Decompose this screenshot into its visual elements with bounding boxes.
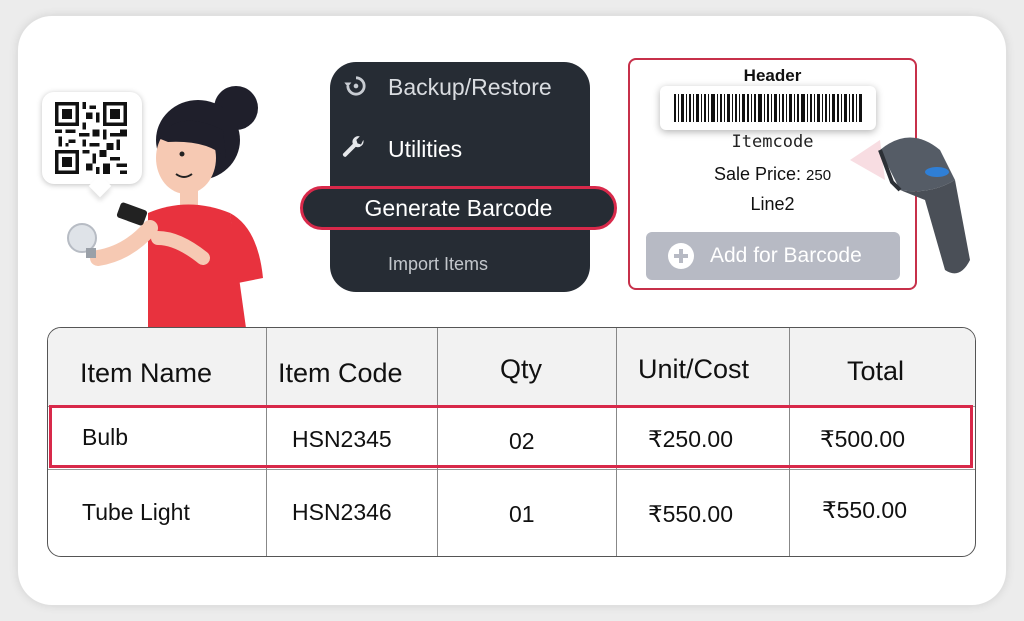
qr-speech-bubble	[42, 92, 142, 184]
cell-qty: 01	[509, 501, 535, 527]
cell-total: ₹550.00	[822, 497, 907, 523]
header-total: Total	[847, 356, 905, 386]
header-item-code: Item Code	[278, 358, 403, 388]
sale-price-value: 250	[806, 167, 832, 184]
barcode-scanner-icon	[850, 137, 970, 274]
backup-restore-icon	[344, 76, 366, 96]
header-unit-cost: Unit/Cost	[638, 354, 750, 384]
cell-item-name: Tube Light	[82, 499, 190, 525]
header-qty: Qty	[500, 354, 543, 384]
cell-unit-cost: ₹550.00	[648, 501, 733, 527]
sale-price-label: Sale Price:	[713, 164, 801, 184]
qr-code-icon	[55, 102, 127, 174]
wrench-icon	[342, 136, 364, 157]
generate-barcode-button[interactable]: Generate Barcode	[300, 186, 617, 230]
barcode-icon	[674, 94, 862, 122]
add-for-barcode-label: Add for Barcode	[710, 244, 862, 267]
label-header: Header	[743, 66, 802, 85]
header-item-name: Item Name	[80, 358, 213, 388]
menu-item-import-items[interactable]: Import Items	[388, 254, 488, 275]
highlighted-row-outline	[49, 405, 973, 468]
cell-item-code: HSN2346	[292, 499, 392, 525]
settings-menu: Backup/Restore Utilities Import Items	[330, 62, 590, 292]
menu-item-utilities[interactable]: Utilities	[388, 136, 462, 163]
plus-circle-icon	[668, 243, 694, 269]
menu-item-backup-restore[interactable]: Backup/Restore	[388, 74, 552, 101]
